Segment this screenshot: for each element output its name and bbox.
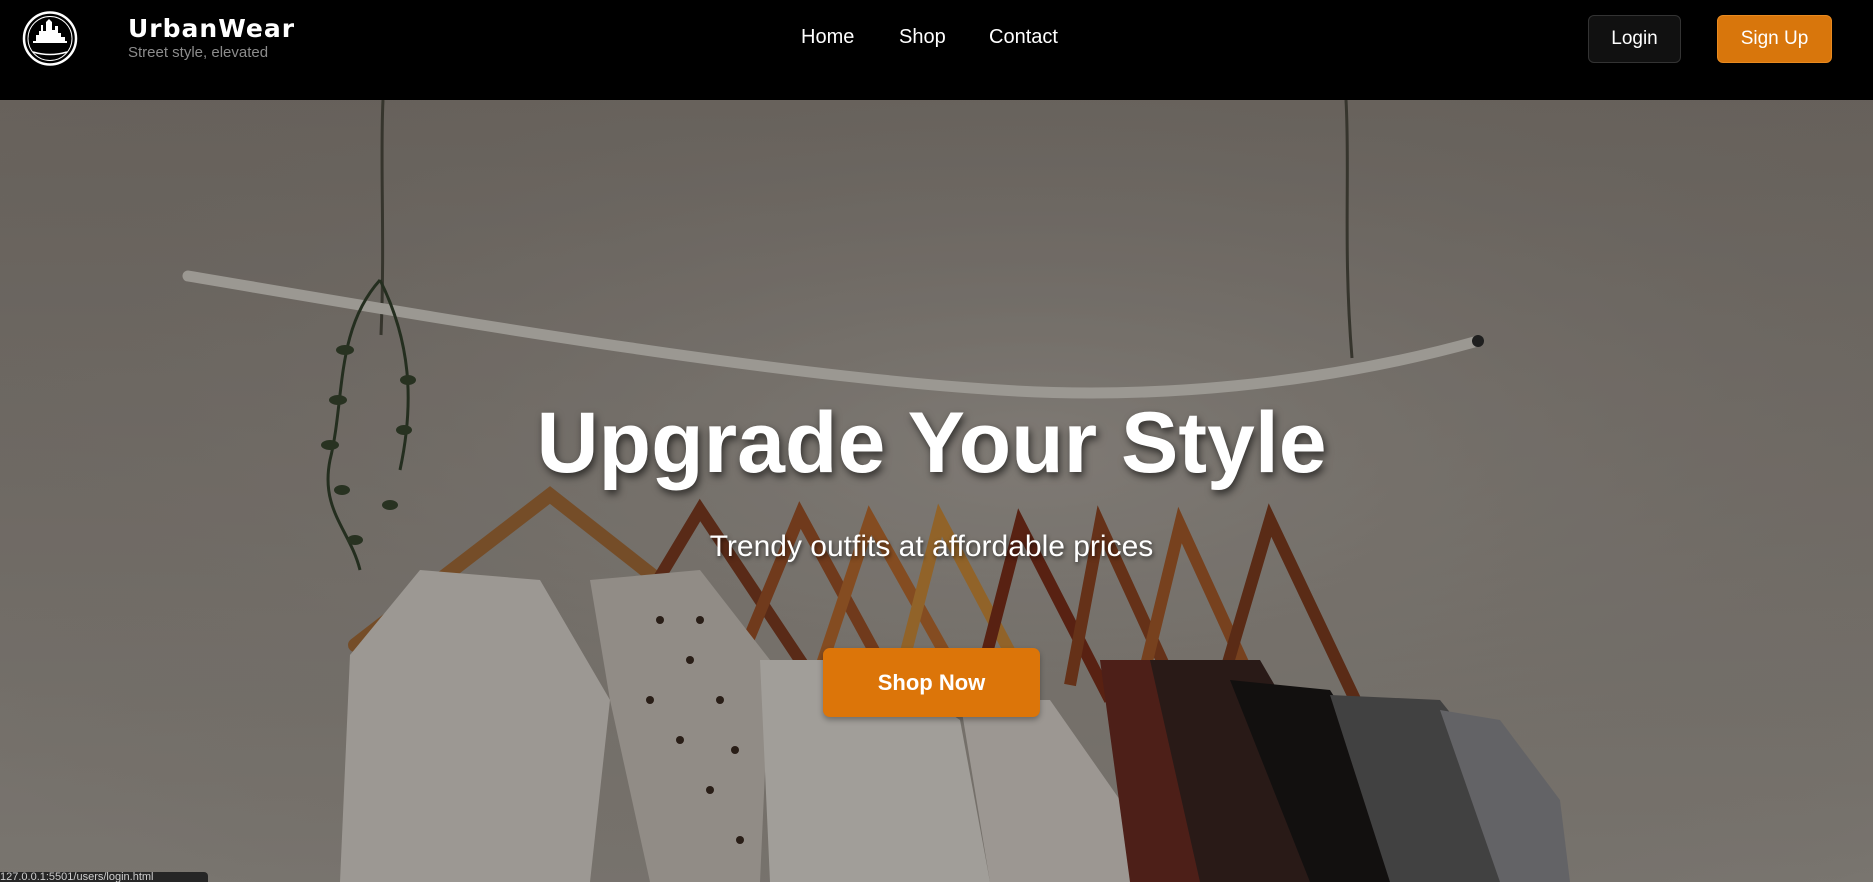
hero-overlay <box>0 100 1873 882</box>
nav-home[interactable]: Home <box>801 26 854 49</box>
site-header: UrbanWear Street style, elevated Home Sh… <box>0 0 1873 100</box>
hero-subtitle: Trendy outfits at affordable prices <box>709 530 1154 563</box>
login-button[interactable]: Login <box>1588 15 1681 63</box>
nav-shop[interactable]: Shop <box>899 26 946 49</box>
hero-title: Upgrade Your Style <box>536 395 1327 491</box>
status-bar-url: 127.0.0.1:5501/users/login.html <box>0 872 208 882</box>
signup-button[interactable]: Sign Up <box>1717 15 1832 63</box>
shop-now-button[interactable]: Shop Now <box>823 648 1040 717</box>
hero-section: Upgrade Your Style Trendy outfits at aff… <box>0 100 1873 882</box>
nav-contact[interactable]: Contact <box>989 26 1058 49</box>
